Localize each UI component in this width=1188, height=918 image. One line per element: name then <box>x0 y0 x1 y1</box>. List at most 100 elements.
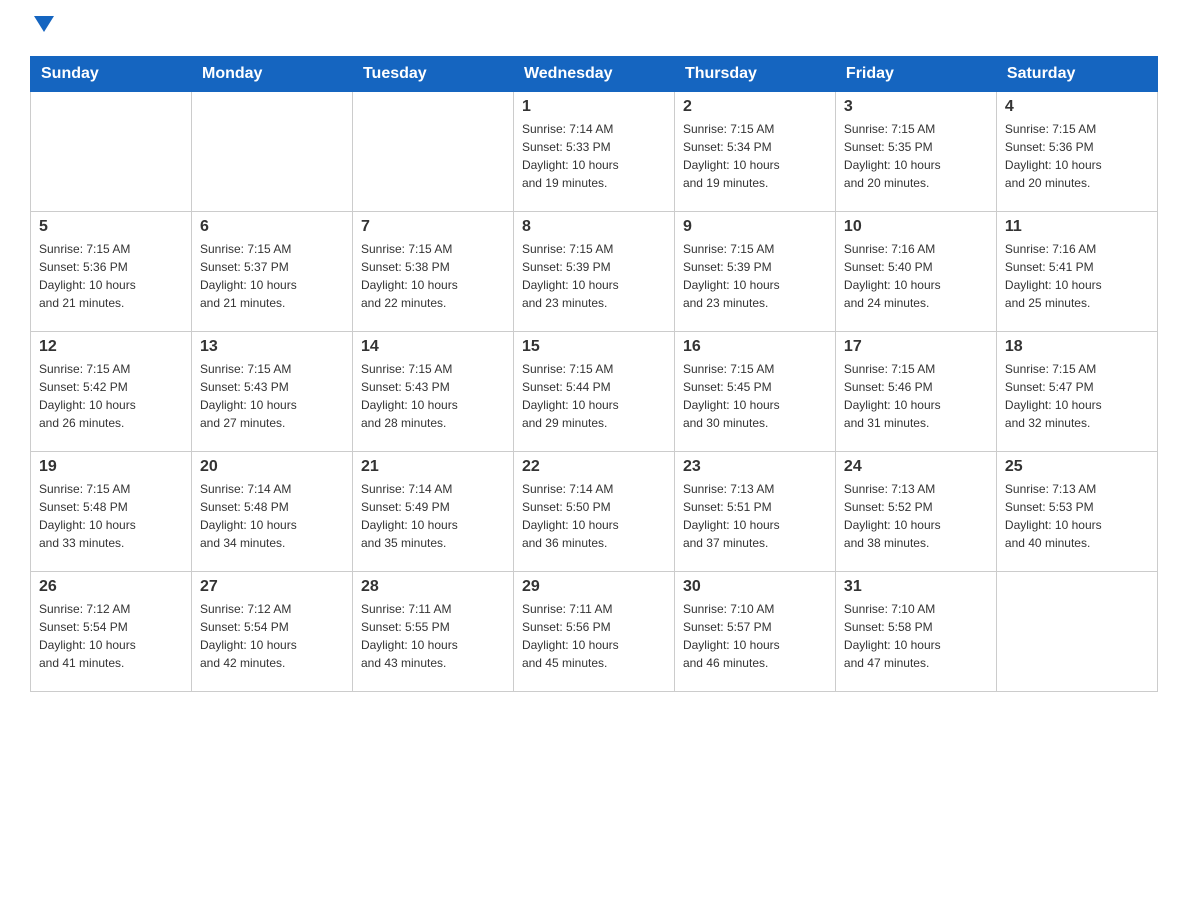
day-info: Sunrise: 7:11 AMSunset: 5:55 PMDaylight:… <box>361 600 505 672</box>
calendar-cell: 1 Sunrise: 7:14 AMSunset: 5:33 PMDaylight… <box>513 92 674 212</box>
calendar-cell <box>31 92 192 212</box>
weekday-header-monday: Monday <box>191 57 352 92</box>
day-number: 3 <box>844 98 988 116</box>
weekday-header-saturday: Saturday <box>996 57 1157 92</box>
weekday-header-wednesday: Wednesday <box>513 57 674 92</box>
calendar-cell: 21 Sunrise: 7:14 AMSunset: 5:49 PMDayligh… <box>352 452 513 572</box>
calendar-cell <box>191 92 352 212</box>
calendar-cell: 8 Sunrise: 7:15 AMSunset: 5:39 PMDaylight… <box>513 212 674 332</box>
day-info: Sunrise: 7:15 AMSunset: 5:46 PMDaylight:… <box>844 360 988 432</box>
calendar-cell: 3 Sunrise: 7:15 AMSunset: 5:35 PMDaylight… <box>835 92 996 212</box>
day-number: 25 <box>1005 458 1149 476</box>
day-info: Sunrise: 7:14 AMSunset: 5:33 PMDaylight:… <box>522 120 666 192</box>
day-info: Sunrise: 7:15 AMSunset: 5:35 PMDaylight:… <box>844 120 988 192</box>
calendar-cell: 16Sunrise: 7:15 AMSunset: 5:45 PMDayligh… <box>674 332 835 452</box>
calendar-cell: 22 Sunrise: 7:14 AMSunset: 5:50 PMDayligh… <box>513 452 674 572</box>
calendar-cell: 25 Sunrise: 7:13 AMSunset: 5:53 PMDayligh… <box>996 452 1157 572</box>
calendar-cell: 15 Sunrise: 7:15 AMSunset: 5:44 PMDayligh… <box>513 332 674 452</box>
day-info: Sunrise: 7:15 AMSunset: 5:42 PMDaylight:… <box>39 360 183 432</box>
day-number: 1 <box>522 98 666 116</box>
day-number: 13 <box>200 338 344 356</box>
calendar-cell: 19 Sunrise: 7:15 AMSunset: 5:48 PMDayligh… <box>31 452 192 572</box>
day-info: Sunrise: 7:15 AMSunset: 5:44 PMDaylight:… <box>522 360 666 432</box>
calendar-cell: 31 Sunrise: 7:10 AMSunset: 5:58 PMDayligh… <box>835 572 996 692</box>
day-info: Sunrise: 7:12 AMSunset: 5:54 PMDaylight:… <box>200 600 344 672</box>
calendar-row-1: 1 Sunrise: 7:14 AMSunset: 5:33 PMDaylight… <box>31 92 1158 212</box>
calendar-cell: 9 Sunrise: 7:15 AMSunset: 5:39 PMDaylight… <box>674 212 835 332</box>
day-info: Sunrise: 7:16 AMSunset: 5:40 PMDaylight:… <box>844 240 988 312</box>
day-info: Sunrise: 7:15 AMSunset: 5:39 PMDaylight:… <box>683 240 827 312</box>
day-info: Sunrise: 7:10 AMSunset: 5:58 PMDaylight:… <box>844 600 988 672</box>
calendar-cell: 13 Sunrise: 7:15 AMSunset: 5:43 PMDayligh… <box>191 332 352 452</box>
day-info: Sunrise: 7:15 AMSunset: 5:39 PMDaylight:… <box>522 240 666 312</box>
day-info: Sunrise: 7:15 AMSunset: 5:45 PMDaylight:… <box>683 360 827 432</box>
calendar-cell <box>352 92 513 212</box>
day-info: Sunrise: 7:15 AMSunset: 5:34 PMDaylight:… <box>683 120 827 192</box>
calendar-row-5: 26 Sunrise: 7:12 AMSunset: 5:54 PMDayligh… <box>31 572 1158 692</box>
day-info: Sunrise: 7:15 AMSunset: 5:43 PMDaylight:… <box>200 360 344 432</box>
weekday-header-thursday: Thursday <box>674 57 835 92</box>
calendar-cell: 6 Sunrise: 7:15 AMSunset: 5:37 PMDaylight… <box>191 212 352 332</box>
day-number: 6 <box>200 218 344 236</box>
calendar-row-3: 12 Sunrise: 7:15 AMSunset: 5:42 PMDayligh… <box>31 332 1158 452</box>
day-number: 24 <box>844 458 988 476</box>
calendar-cell: 20Sunrise: 7:14 AMSunset: 5:48 PMDayligh… <box>191 452 352 572</box>
calendar-cell: 10 Sunrise: 7:16 AMSunset: 5:40 PMDayligh… <box>835 212 996 332</box>
logo <box>30 20 54 36</box>
weekday-header-row: SundayMondayTuesdayWednesdayThursdayFrid… <box>31 57 1158 92</box>
calendar-cell: 7 Sunrise: 7:15 AMSunset: 5:38 PMDaylight… <box>352 212 513 332</box>
day-number: 10 <box>844 218 988 236</box>
day-number: 28 <box>361 578 505 596</box>
day-number: 15 <box>522 338 666 356</box>
day-number: 5 <box>39 218 183 236</box>
calendar-cell: 18 Sunrise: 7:15 AMSunset: 5:47 PMDayligh… <box>996 332 1157 452</box>
calendar-cell: 24 Sunrise: 7:13 AMSunset: 5:52 PMDayligh… <box>835 452 996 572</box>
calendar-cell: 26 Sunrise: 7:12 AMSunset: 5:54 PMDayligh… <box>31 572 192 692</box>
day-info: Sunrise: 7:14 AMSunset: 5:50 PMDaylight:… <box>522 480 666 552</box>
day-info: Sunrise: 7:15 AMSunset: 5:48 PMDaylight:… <box>39 480 183 552</box>
weekday-header-tuesday: Tuesday <box>352 57 513 92</box>
day-number: 8 <box>522 218 666 236</box>
logo-triangle-icon <box>34 16 54 32</box>
day-number: 29 <box>522 578 666 596</box>
calendar-row-2: 5Sunrise: 7:15 AMSunset: 5:36 PMDaylight… <box>31 212 1158 332</box>
day-info: Sunrise: 7:13 AMSunset: 5:53 PMDaylight:… <box>1005 480 1149 552</box>
day-number: 2 <box>683 98 827 116</box>
day-number: 11 <box>1005 218 1149 236</box>
day-number: 18 <box>1005 338 1149 356</box>
weekday-header-sunday: Sunday <box>31 57 192 92</box>
day-info: Sunrise: 7:15 AMSunset: 5:38 PMDaylight:… <box>361 240 505 312</box>
calendar-cell: 11 Sunrise: 7:16 AMSunset: 5:41 PMDayligh… <box>996 212 1157 332</box>
calendar-cell: 4Sunrise: 7:15 AMSunset: 5:36 PMDaylight… <box>996 92 1157 212</box>
day-number: 22 <box>522 458 666 476</box>
day-info: Sunrise: 7:15 AMSunset: 5:47 PMDaylight:… <box>1005 360 1149 432</box>
day-info: Sunrise: 7:16 AMSunset: 5:41 PMDaylight:… <box>1005 240 1149 312</box>
day-number: 19 <box>39 458 183 476</box>
calendar-cell: 29Sunrise: 7:11 AMSunset: 5:56 PMDayligh… <box>513 572 674 692</box>
calendar-cell: 23Sunrise: 7:13 AMSunset: 5:51 PMDayligh… <box>674 452 835 572</box>
day-number: 4 <box>1005 98 1149 116</box>
calendar-cell: 12 Sunrise: 7:15 AMSunset: 5:42 PMDayligh… <box>31 332 192 452</box>
calendar-cell: 17Sunrise: 7:15 AMSunset: 5:46 PMDayligh… <box>835 332 996 452</box>
day-info: Sunrise: 7:14 AMSunset: 5:49 PMDaylight:… <box>361 480 505 552</box>
day-info: Sunrise: 7:12 AMSunset: 5:54 PMDaylight:… <box>39 600 183 672</box>
calendar-row-4: 19 Sunrise: 7:15 AMSunset: 5:48 PMDayligh… <box>31 452 1158 572</box>
day-number: 12 <box>39 338 183 356</box>
day-info: Sunrise: 7:15 AMSunset: 5:37 PMDaylight:… <box>200 240 344 312</box>
header <box>30 20 1158 36</box>
day-number: 30 <box>683 578 827 596</box>
calendar-cell <box>996 572 1157 692</box>
calendar-cell: 14 Sunrise: 7:15 AMSunset: 5:43 PMDayligh… <box>352 332 513 452</box>
day-number: 21 <box>361 458 505 476</box>
day-number: 9 <box>683 218 827 236</box>
day-number: 27 <box>200 578 344 596</box>
day-info: Sunrise: 7:13 AMSunset: 5:52 PMDaylight:… <box>844 480 988 552</box>
day-number: 14 <box>361 338 505 356</box>
day-number: 26 <box>39 578 183 596</box>
day-number: 7 <box>361 218 505 236</box>
day-number: 31 <box>844 578 988 596</box>
day-info: Sunrise: 7:15 AMSunset: 5:43 PMDaylight:… <box>361 360 505 432</box>
calendar-cell: 30 Sunrise: 7:10 AMSunset: 5:57 PMDayligh… <box>674 572 835 692</box>
day-number: 23 <box>683 458 827 476</box>
day-info: Sunrise: 7:10 AMSunset: 5:57 PMDaylight:… <box>683 600 827 672</box>
